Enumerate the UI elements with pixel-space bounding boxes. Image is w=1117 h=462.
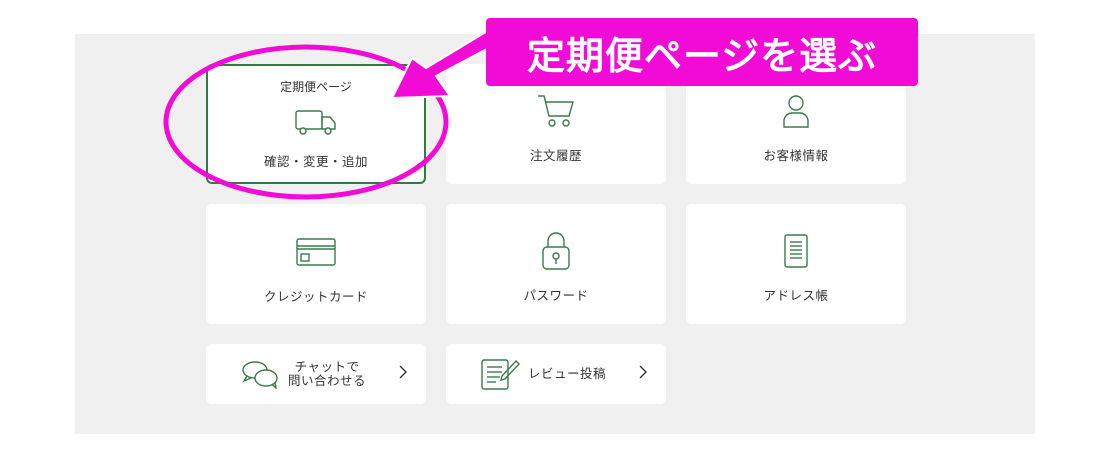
review-post-label: レビュー投稿 [528, 366, 607, 381]
cart-icon [534, 91, 578, 131]
credit-card-icon [294, 232, 338, 272]
review-post-card[interactable]: レビュー投稿 [446, 344, 666, 404]
credit-card-label: クレジットカード [263, 288, 368, 304]
chat-bubbles-icon [240, 356, 280, 392]
annotation-banner: 定期便ページを選ぶ [486, 18, 918, 86]
address-book-card[interactable]: アドレス帳 [686, 204, 906, 324]
notebook-icon [774, 231, 818, 271]
truck-icon [294, 103, 338, 143]
review-pen-icon [480, 356, 520, 392]
subscription-card[interactable]: 定期便ページ 確認・変更・追加 [206, 64, 426, 184]
chat-inquiry-line2: 問い合わせる [288, 373, 367, 388]
address-book-label: アドレス帳 [763, 287, 829, 303]
password-card[interactable]: パスワード [446, 204, 666, 324]
password-label: パスワード [523, 287, 589, 303]
subscription-label: 確認・変更・追加 [263, 154, 368, 169]
customer-info-label: お客様情報 [763, 147, 829, 163]
chat-inquiry-text: チャットで 問い合わせる [288, 360, 366, 388]
chat-inquiry-card[interactable]: チャットで 問い合わせる [206, 344, 426, 404]
user-icon [774, 91, 818, 131]
order-history-label: 注文履歴 [529, 147, 582, 163]
subscription-title: 定期便ページ [280, 80, 352, 94]
chat-inquiry-line1: チャットで [294, 359, 360, 374]
lock-icon [534, 231, 578, 271]
credit-card-card[interactable]: クレジットカード [206, 204, 426, 324]
chevron-right-icon [638, 364, 648, 384]
chevron-right-icon [398, 364, 408, 384]
